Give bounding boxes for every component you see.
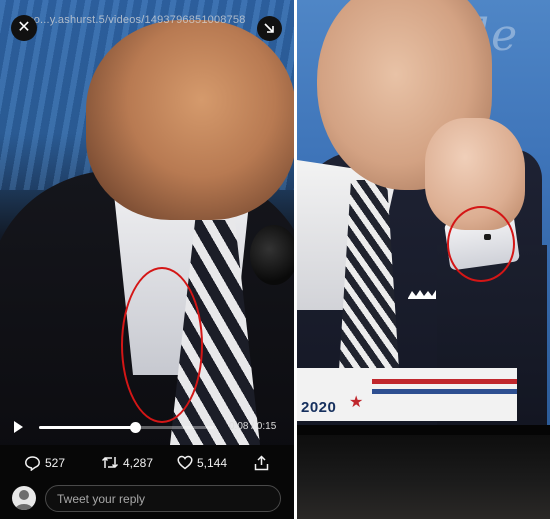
bezel-edge [297,425,550,435]
progress-bar[interactable] [39,422,214,433]
star-icon: ★ [349,394,364,411]
banner-blue-stripe [372,389,517,394]
top-bar: co...y.ashurst.5/videos/1493796851008758… [0,0,294,41]
red-circle-annotation [121,267,203,423]
right-panel: ele 2020 ★ [297,0,550,519]
tweet-reply-input[interactable] [45,485,281,512]
banner-red-stripe [372,379,517,384]
progress-fill [39,426,136,429]
reply-icon [25,456,40,471]
retweet-count: 4,287 [123,455,154,470]
shrink-icon [264,23,274,33]
reply-button[interactable]: 527 [24,455,65,471]
video-frame[interactable] [0,0,294,445]
shrink-button[interactable] [257,16,282,41]
flag-pin-icon [408,290,436,299]
video-url: co...y.ashurst.5/videos/1493796851008758 [28,14,246,26]
left-panel: co...y.ashurst.5/videos/1493796851008758… [0,0,294,519]
share-icon [254,455,269,471]
heart-icon [177,455,193,470]
avatar[interactable] [12,486,36,510]
like-button[interactable]: 5,144 [177,455,227,470]
retweet-button[interactable]: 4,287 [101,455,153,470]
tv-screen: ele 2020 ★ [297,0,550,425]
retweet-icon [101,456,119,469]
tweet-actions: 527 4,287 5,144 [0,448,294,478]
share-button[interactable] [254,455,269,471]
tv-bezel [297,425,550,519]
close-icon: ✕ [17,19,31,36]
red-circle-annotation [447,206,515,282]
like-count: 5,144 [197,455,228,470]
play-icon[interactable] [11,420,25,434]
microphone [250,225,294,285]
avatar-icon [15,490,33,510]
banner-year: 2020 [301,399,337,416]
close-button[interactable]: ✕ [11,15,37,41]
debate-banner: 2020 ★ [297,368,517,421]
reply-count: 527 [45,456,66,470]
time-label: 0:08 / 0:15 [229,421,277,432]
face [86,20,294,220]
